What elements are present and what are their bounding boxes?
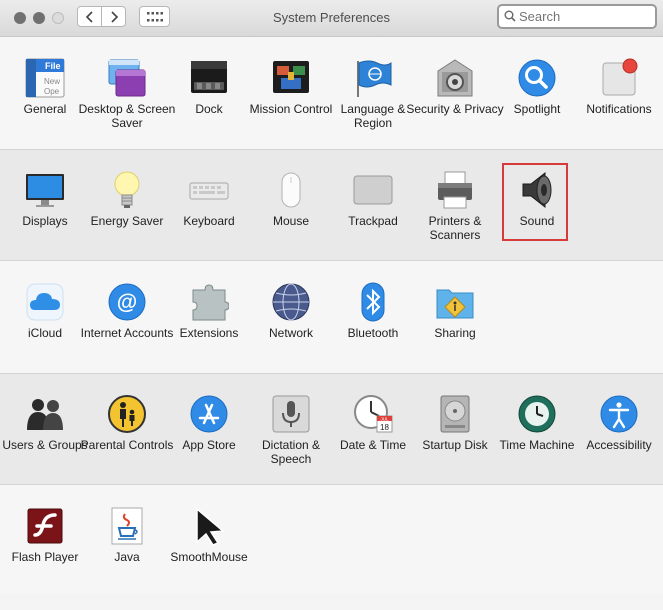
microphone-icon	[271, 394, 311, 434]
svg-text:18: 18	[380, 423, 389, 432]
dock-icon	[189, 58, 229, 98]
zoom-button[interactable]	[52, 12, 64, 24]
pane-accessibility[interactable]: Accessibility	[578, 394, 660, 498]
pane-icloud[interactable]: iCloud	[4, 282, 86, 386]
puzzle-piece-icon	[189, 282, 229, 322]
app-store-icon	[189, 394, 229, 434]
pane-mission-control[interactable]: Mission Control	[250, 58, 332, 162]
forward-button[interactable]	[101, 6, 126, 27]
pane-keyboard[interactable]: Keyboard	[168, 170, 250, 274]
pane-extensions[interactable]: Extensions	[168, 282, 250, 386]
flash-player-icon	[25, 506, 65, 546]
sharing-folder-icon	[435, 282, 475, 322]
pane-parental-controls[interactable]: Parental Controls	[81, 394, 173, 498]
svg-text:New: New	[44, 77, 60, 86]
pane-language-region[interactable]: Language & Region	[332, 58, 414, 162]
pane-dock[interactable]: Dock	[168, 58, 250, 162]
displays-icon	[25, 170, 65, 210]
search-icon	[504, 10, 516, 22]
pane-energy-saver[interactable]: Energy Saver	[86, 170, 168, 274]
back-button[interactable]	[77, 6, 102, 27]
pane-time-machine[interactable]: Time Machine	[496, 394, 578, 498]
sound-highlight-box	[502, 163, 568, 241]
search-field[interactable]	[497, 4, 657, 29]
pane-flash-player[interactable]: Flash Player	[4, 506, 86, 610]
bluetooth-icon	[353, 282, 393, 322]
java-icon	[107, 506, 147, 546]
trackpad-icon	[353, 170, 393, 210]
svg-text:@: @	[117, 291, 137, 314]
pane-general[interactable]: File New Ope General	[4, 58, 86, 162]
time-machine-icon	[517, 394, 557, 434]
clock-calendar-icon: JUL 18	[353, 394, 393, 434]
icloud-icon	[25, 282, 65, 322]
accessibility-icon	[599, 394, 639, 434]
pane-dictation-speech[interactable]: Dictation & Speech	[250, 394, 332, 498]
show-all-button[interactable]	[139, 6, 170, 27]
users-groups-icon	[25, 394, 65, 434]
svg-text:File: File	[45, 61, 61, 71]
cursor-arrow-icon	[189, 506, 229, 546]
pane-java[interactable]: Java	[86, 506, 168, 610]
pane-users-groups[interactable]: Users & Groups	[2, 394, 88, 498]
general-icon: File New Ope	[25, 58, 65, 98]
pane-label: Notifications	[586, 102, 652, 116]
chevron-right-icon	[110, 10, 118, 23]
printer-icon	[435, 170, 475, 210]
svg-text:JUL: JUL	[380, 417, 388, 422]
mission-control-icon	[271, 58, 311, 98]
parental-controls-icon	[107, 394, 147, 434]
pane-printers-scanners[interactable]: Printers & Scanners	[414, 170, 496, 274]
pane-sharing[interactable]: Sharing	[414, 282, 496, 386]
title-bar: System Preferences	[0, 0, 663, 37]
spotlight-icon	[517, 58, 557, 98]
search-input[interactable]	[519, 8, 649, 24]
network-globe-icon	[271, 282, 311, 322]
security-privacy-icon	[435, 58, 475, 98]
minimize-button[interactable]	[33, 12, 45, 24]
svg-text:Ope: Ope	[44, 87, 60, 96]
desktop-screensaver-icon	[107, 58, 147, 98]
grid-icon	[146, 11, 163, 21]
internet-accounts-icon: @	[107, 282, 147, 322]
keyboard-icon	[189, 170, 229, 210]
close-button[interactable]	[14, 12, 26, 24]
energy-saver-icon	[107, 170, 147, 210]
pane-spotlight[interactable]: Spotlight	[496, 58, 578, 162]
pane-security-privacy[interactable]: Security & Privacy	[406, 58, 504, 162]
language-region-icon	[353, 58, 393, 98]
pane-displays[interactable]: Displays	[4, 170, 86, 274]
pane-label: Sharing	[434, 326, 476, 340]
pane-app-store[interactable]: App Store	[168, 394, 250, 498]
pane-network[interactable]: Network	[250, 282, 332, 386]
pane-startup-disk[interactable]: Startup Disk	[414, 394, 496, 498]
pane-date-time[interactable]: JUL 18 Date & Time	[332, 394, 414, 498]
hard-disk-icon	[435, 394, 475, 434]
pane-label: Accessibility	[586, 438, 652, 452]
pane-label: SmoothMouse	[170, 550, 248, 564]
chevron-left-icon	[85, 10, 93, 23]
pane-trackpad[interactable]: Trackpad	[332, 170, 414, 274]
pane-mouse[interactable]: Mouse	[250, 170, 332, 274]
system-preferences-window: System Preferences File New Ope General	[0, 0, 663, 593]
mouse-icon	[271, 170, 311, 210]
notifications-icon	[599, 58, 639, 98]
pane-internet-accounts[interactable]: @ Internet Accounts	[81, 282, 173, 386]
pane-desktop-screen-saver[interactable]: Desktop & Screen Saver	[79, 58, 175, 162]
pane-bluetooth[interactable]: Bluetooth	[332, 282, 414, 386]
pane-notifications[interactable]: Notifications	[578, 58, 660, 162]
pane-smoothmouse[interactable]: SmoothMouse	[168, 506, 250, 610]
